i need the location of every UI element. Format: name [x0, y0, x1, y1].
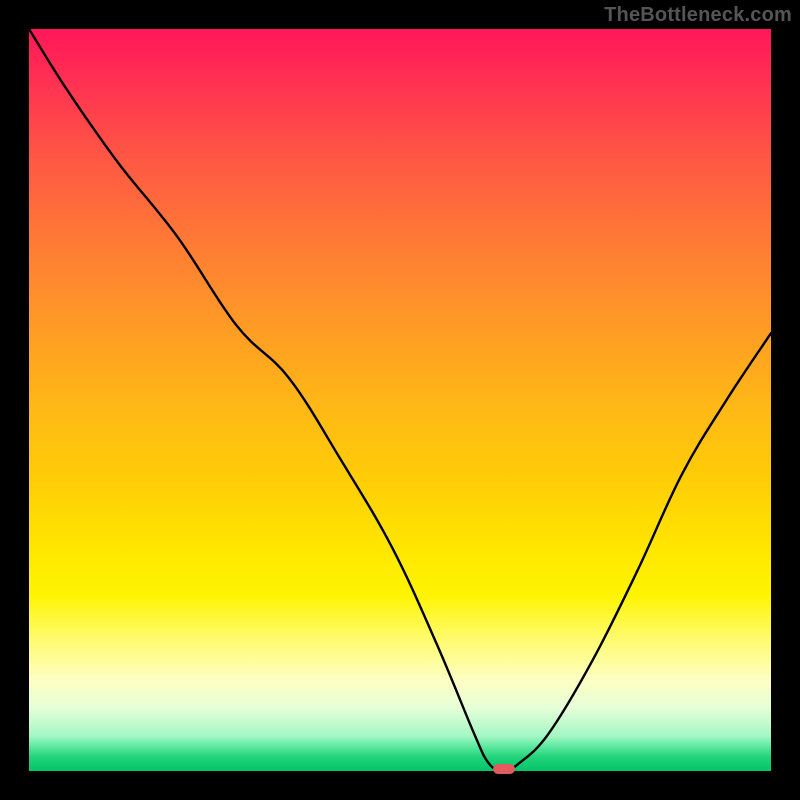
watermark-text: TheBottleneck.com — [604, 4, 792, 27]
bottleneck-curve — [29, 29, 771, 771]
valley-marker — [493, 764, 515, 774]
chart-frame: TheBottleneck.com — [0, 0, 800, 800]
plot-area — [29, 29, 771, 771]
